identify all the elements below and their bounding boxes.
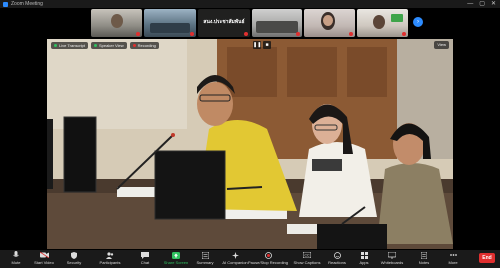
pause-recording-button[interactable]: ❚❚ — [253, 41, 261, 49]
muted-mic-icon — [136, 32, 140, 36]
chat-icon — [140, 251, 150, 259]
muted-mic-icon — [402, 32, 406, 36]
speaker-view-label: Speaker View — [99, 42, 124, 48]
minimize-button[interactable]: — — [467, 0, 473, 8]
recording-controls: ❚❚ ■ — [253, 41, 271, 49]
participants-icon — [105, 251, 115, 259]
participant-tile[interactable]: สนง.ประชาสัมพันธ์ — [198, 9, 250, 37]
video-camera-icon — [39, 251, 49, 259]
security-button[interactable]: Security — [60, 251, 88, 265]
reactions-label: Reactions — [328, 260, 346, 265]
notes-label: Notes — [418, 260, 430, 265]
participant-tile[interactable] — [357, 9, 408, 37]
apps-label: Apps — [359, 260, 369, 265]
meeting-toolbar: Mute Start Video Security Participants C… — [0, 250, 500, 268]
ai-companion-button[interactable]: AI Companion — [221, 251, 249, 265]
recording-label: Recording — [137, 42, 156, 48]
next-page-button[interactable]: › — [413, 17, 423, 27]
participants-label: Participants — [99, 260, 121, 265]
share-screen-button[interactable]: Share Screen — [162, 251, 190, 265]
maximize-button[interactable]: ▢ — [479, 0, 485, 8]
chat-button[interactable]: Chat — [131, 251, 159, 265]
apps-icon — [359, 251, 369, 259]
participant-tile[interactable] — [144, 9, 196, 37]
whiteboard-icon — [387, 251, 397, 259]
ai-companion-label: AI Companion — [222, 260, 248, 265]
meeting-room-scene — [47, 39, 453, 249]
summary-button[interactable]: Summary — [191, 251, 219, 265]
notes-button[interactable]: Notes — [410, 251, 438, 265]
participants-button[interactable]: Participants — [96, 251, 124, 265]
speaker-view-badge[interactable]: Speaker View — [91, 41, 127, 49]
participant-tile[interactable] — [91, 9, 142, 37]
whiteboards-button[interactable]: Whiteboards — [378, 251, 406, 265]
pause-stop-recording-label: Pause/Stop Recording — [247, 260, 289, 265]
transcript-badge-label: Live Transcript — [59, 42, 86, 48]
apps-button[interactable]: Apps — [350, 251, 378, 265]
share-screen-icon — [171, 251, 181, 259]
stop-recording-button[interactable]: ■ — [263, 41, 271, 49]
participant-face — [323, 15, 333, 26]
window-title: Zoom Meeting — [11, 1, 43, 7]
recording-icon — [263, 251, 273, 259]
muted-mic-icon — [296, 32, 300, 36]
svg-text:CC: CC — [304, 254, 310, 258]
pause-stop-recording-button[interactable]: Pause/Stop Recording — [248, 251, 288, 265]
mute-button[interactable]: Mute — [2, 251, 30, 265]
participant-video — [256, 21, 298, 33]
participant-strip: สนง.ประชาสัมพันธ์ › — [0, 8, 500, 38]
ai-companion-icon — [230, 251, 240, 259]
share-screen-label: Share Screen — [163, 260, 189, 265]
main-video: Live Transcript Speaker View Recording ❚… — [47, 39, 453, 249]
participant-video — [150, 23, 190, 33]
participant-tile[interactable] — [304, 9, 355, 37]
status-dot-icon — [54, 43, 57, 47]
participant-video — [373, 15, 385, 29]
shield-icon — [69, 251, 79, 259]
video-top-bar: Live Transcript Speaker View Recording — [47, 39, 453, 51]
reactions-button[interactable]: Reactions — [323, 251, 351, 265]
more-label: More — [448, 260, 458, 265]
close-button[interactable]: ✕ — [491, 0, 496, 8]
view-button[interactable]: View — [434, 41, 449, 49]
start-video-label: Start Video — [34, 260, 54, 265]
notes-icon — [419, 251, 429, 259]
logo-sign — [391, 14, 403, 22]
window-controls: — ▢ ✕ — [467, 0, 496, 8]
muted-mic-icon — [349, 32, 353, 36]
chat-label: Chat — [140, 260, 150, 265]
start-video-button[interactable]: Start Video — [30, 251, 58, 265]
whiteboards-label: Whiteboards — [380, 260, 404, 265]
show-captions-button[interactable]: CC Show Captions — [293, 251, 321, 265]
security-label: Security — [66, 260, 82, 265]
show-captions-label: Show Captions — [293, 260, 321, 265]
end-meeting-button[interactable]: End — [479, 253, 495, 263]
participant-video — [111, 14, 123, 28]
window-titlebar: Zoom Meeting — ▢ ✕ — [0, 0, 500, 8]
muted-mic-icon — [190, 32, 194, 36]
reactions-icon — [332, 251, 342, 259]
muted-mic-icon — [244, 32, 248, 36]
transcript-badge[interactable]: Live Transcript — [51, 41, 89, 49]
captions-icon: CC — [302, 251, 312, 259]
zoom-app-icon — [3, 1, 8, 7]
recording-dot-icon — [132, 43, 136, 47]
mute-label: Mute — [11, 260, 21, 265]
recording-badge[interactable]: Recording — [129, 41, 159, 49]
microphone-icon — [11, 251, 21, 259]
status-dot-icon — [94, 43, 98, 47]
summary-label: Summary — [196, 260, 214, 265]
more-button[interactable]: More — [439, 251, 467, 265]
participant-name-display: สนง.ประชาสัมพันธ์ — [203, 19, 245, 25]
participant-tile[interactable] — [252, 9, 302, 37]
more-icon — [448, 251, 458, 259]
summary-icon — [200, 251, 210, 259]
